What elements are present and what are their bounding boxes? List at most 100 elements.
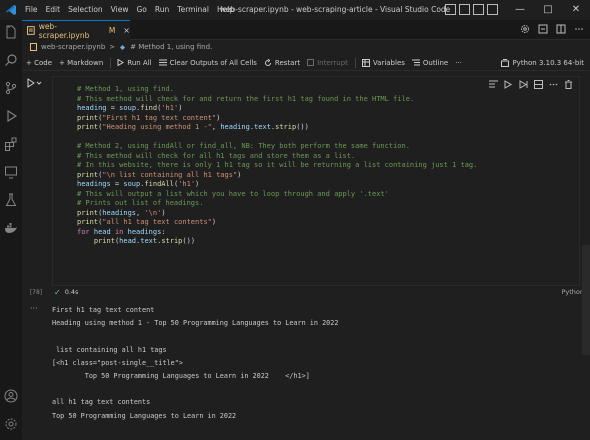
menu-view[interactable]: View [107,0,133,20]
menu-edit[interactable]: Edit [42,0,65,20]
outline-button[interactable]: Outline [411,58,449,67]
menu-go[interactable]: Go [132,0,150,20]
docker-icon[interactable] [3,220,19,236]
code-cell[interactable]: # Method 1, using find. # This method wil… [22,72,590,298]
window-title: web-scraper.ipynb - web-scraping-article… [219,5,451,14]
clear-outputs-button[interactable]: Clear Outputs of All Cells [158,59,257,67]
interrupt-icon [307,59,315,66]
minimize-button[interactable]: — [506,0,534,20]
output-text: First h1 tag text content Heading using m… [52,306,338,425]
more-actions-icon[interactable] [574,24,584,34]
code-token: headings [77,180,111,188]
open-changes-icon[interactable] [538,24,548,34]
code-line: print("\n list containing all h1 tags") [77,171,477,181]
execution-count: [78] [29,288,43,296]
run-all-button[interactable]: Run All [117,58,152,67]
code-token: # Method 1, using find. [77,85,174,93]
output-line: [<h1 class="post-single__title"> [52,358,183,367]
vertical-scrollbar[interactable] [582,245,590,355]
layout-controls [445,4,498,15]
variables-label: Variables [372,58,405,67]
code-line: for head in headings: [77,228,477,238]
testing-icon[interactable] [3,192,19,208]
code-line: print("Heading using method 1 -", headin… [77,123,477,133]
code-token: : [161,227,166,236]
code-token: print [77,170,99,179]
menu-selection[interactable]: Selection [64,0,107,20]
notebook-file-icon [27,26,35,35]
kernel-picker[interactable]: Python 3.10.3 64-bit [501,55,584,71]
settings-gear-icon[interactable] [520,24,530,34]
code-token: headings [102,208,137,217]
menu-file[interactable]: File [21,0,42,20]
breadcrumb-separator: > [109,43,116,51]
account-icon[interactable] [3,388,19,404]
run-all-label: Run All [127,58,152,67]
code-line: # Method 1, using find. [77,85,477,95]
cell-editor[interactable]: # Method 1, using find. # This method wil… [52,76,580,286]
toolbar-divider [110,57,112,68]
code-token: # Method 2, using findAll or find_all, N… [77,142,410,150]
code-token: strip [275,123,297,131]
code-token: heading [220,123,250,131]
restart-button[interactable]: Restart [264,58,300,67]
search-icon[interactable] [3,52,19,68]
add-code-cell-button[interactable]: + Code [26,59,52,67]
run-debug-icon[interactable] [3,108,19,124]
execute-above-icon[interactable] [504,80,513,89]
code-line: # This method will check for all h1 tags… [77,152,477,162]
toggle-panel-icon[interactable] [459,4,470,15]
code-token: ) [178,104,183,112]
customize-layout-icon[interactable] [487,4,498,15]
modified-indicator: M [108,26,116,35]
tab-web-scraper[interactable]: web-scraper.ipynb M × [22,20,130,40]
code-token: # In this website, there is only 1 h1 ta… [77,161,478,169]
code-token: soup [123,180,141,188]
code-token: 'h1' [161,104,179,112]
code-token: # This method will check for and return … [77,94,415,103]
toggle-primary-sidebar-icon[interactable] [445,4,456,15]
tab-close-button[interactable]: × [123,26,130,35]
close-window-button[interactable]: ✕ [562,0,590,20]
cell-language[interactable]: Python [561,286,584,298]
remote-explorer-icon[interactable] [3,164,19,180]
code-editor[interactable]: # Method 1, using find. # This method wil… [77,85,477,247]
split-cell-icon[interactable] [534,80,543,89]
vscode-logo-icon [3,2,19,18]
explorer-icon[interactable] [3,24,19,40]
window-controls: — □ ✕ [506,0,590,20]
code-line: print(headings, '\n') [77,209,477,219]
code-token: ) [195,180,200,188]
restart-icon [264,58,271,66]
cell-output: ··· First h1 tag text content Heading usi… [22,300,590,440]
code-token: # This will output a list which you have… [77,189,389,198]
kernel-label: Python 3.10.3 64-bit [512,59,584,67]
outline-label: Outline [422,58,449,67]
breadcrumb-section[interactable]: # Method 1, using find. [130,43,212,51]
variables-button[interactable]: Variables [361,58,405,67]
breadcrumb-file[interactable]: web-scraper.ipynb [41,43,105,51]
execute-below-icon[interactable] [519,80,528,89]
output-actions-icon[interactable]: ··· [30,304,38,313]
code-line: print("all h1 tag text contents") [77,218,477,228]
toggle-secondary-sidebar-icon[interactable] [473,4,484,15]
split-editor-icon[interactable] [556,24,566,34]
title-bar: File Edit Selection View Go Run Terminal… [0,0,590,20]
run-by-line-icon[interactable] [489,80,498,89]
activity-bar [0,20,22,440]
interrupt-button[interactable]: Interrupt [307,59,348,67]
more-cell-actions-icon[interactable] [549,80,558,89]
delete-cell-icon[interactable] [564,80,573,89]
maximize-button[interactable]: □ [534,0,562,20]
add-markdown-cell-button[interactable]: + Markdown [59,59,103,67]
run-cell-icon[interactable] [26,78,42,88]
extensions-icon[interactable] [3,136,19,152]
success-check-icon: ✓ [54,287,61,297]
source-control-icon[interactable] [3,80,19,96]
menu-run[interactable]: Run [151,0,173,20]
markdown-label: + Markdown [59,58,104,67]
code-line: # Prints out list of headings. [77,199,477,209]
more-toolbar-actions-button[interactable]: ··· [455,59,462,67]
settings-gear-icon[interactable] [3,416,19,432]
